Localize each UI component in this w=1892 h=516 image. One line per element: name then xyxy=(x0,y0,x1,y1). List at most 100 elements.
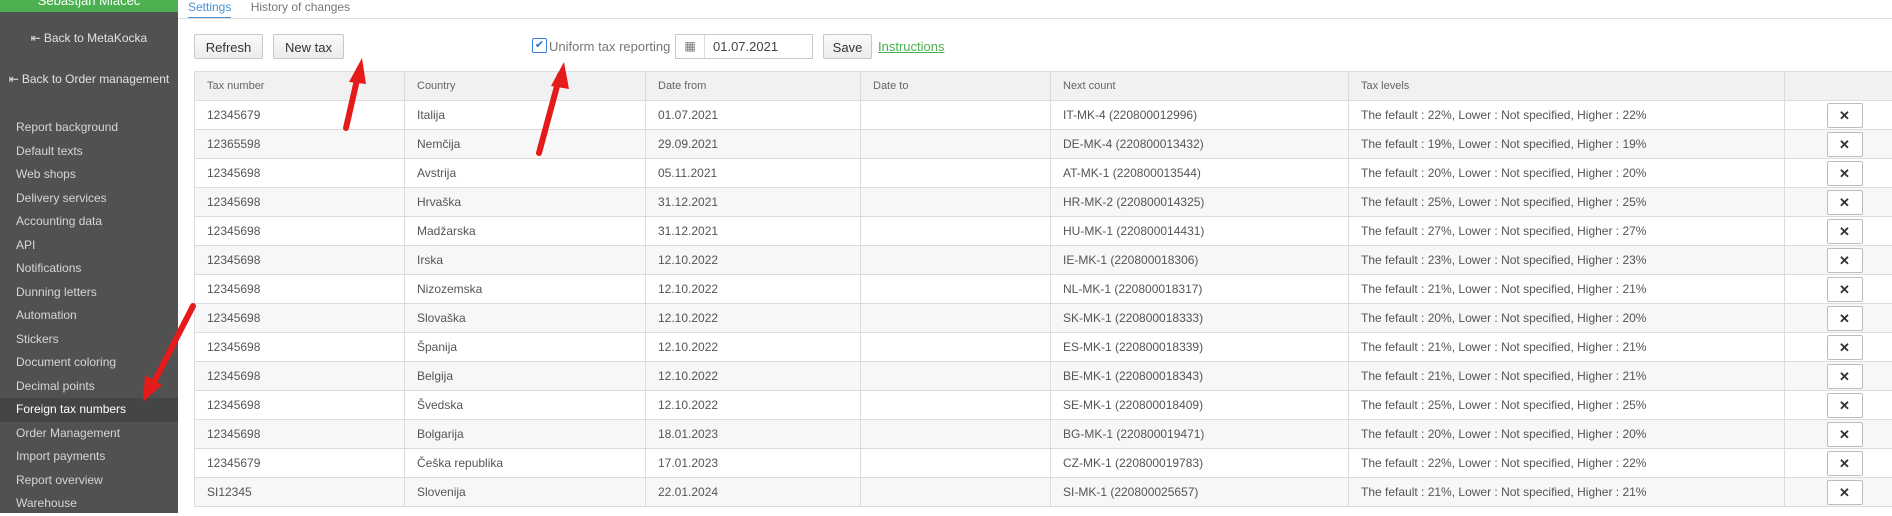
back-to-metakocka-link[interactable]: ⇤Back to MetaKocka xyxy=(0,31,178,45)
sidebar-item-api[interactable]: API xyxy=(0,234,178,258)
delete-button[interactable]: ✕ xyxy=(1827,306,1863,331)
actions-cell: ✕ xyxy=(1785,391,1892,420)
header-date-from[interactable]: Date from xyxy=(646,72,861,101)
date-input[interactable]: ▦ 01.07.2021 xyxy=(675,34,813,59)
sidebar-item-dunning-letters[interactable]: Dunning letters xyxy=(0,281,178,305)
tax-levels-cell: The fefault : 25%, Lower : Not specified… xyxy=(1349,391,1785,420)
date-from-cell: 18.01.2023 xyxy=(646,420,861,449)
back-to-metakocka-label: Back to MetaKocka xyxy=(44,31,147,45)
header-date-to[interactable]: Date to xyxy=(861,72,1051,101)
sidebar-item-order-management[interactable]: Order Management xyxy=(0,422,178,446)
table-row[interactable]: 12345698Švedska12.10.2022SE-MK-1 (220800… xyxy=(195,391,1892,420)
header-tax-number[interactable]: Tax number xyxy=(195,72,405,101)
tax-number-cell: 12345698 xyxy=(195,362,405,391)
tax-levels-cell: The fefault : 20%, Lower : Not specified… xyxy=(1349,420,1785,449)
delete-button[interactable]: ✕ xyxy=(1827,248,1863,273)
tabs: Settings History of changes xyxy=(188,0,366,16)
next-count-cell: BE-MK-1 (220800018343) xyxy=(1051,362,1349,391)
refresh-button[interactable]: Refresh xyxy=(194,34,263,59)
date-to-cell xyxy=(861,159,1051,188)
next-count-cell: ES-MK-1 (220800018339) xyxy=(1051,333,1349,362)
table-row[interactable]: 12345698Španija12.10.2022ES-MK-1 (220800… xyxy=(195,333,1892,362)
sidebar-item-report-background[interactable]: Report background xyxy=(0,116,178,140)
delete-button[interactable]: ✕ xyxy=(1827,132,1863,157)
date-to-cell xyxy=(861,304,1051,333)
delete-button[interactable]: ✕ xyxy=(1827,277,1863,302)
delete-button[interactable]: ✕ xyxy=(1827,393,1863,418)
calendar-icon[interactable]: ▦ xyxy=(676,35,705,58)
actions-cell: ✕ xyxy=(1785,333,1892,362)
header-next-count[interactable]: Next count xyxy=(1051,72,1349,101)
sidebar-item-document-coloring[interactable]: Document coloring xyxy=(0,351,178,375)
delete-button[interactable]: ✕ xyxy=(1827,422,1863,447)
table-row[interactable]: 12365598Nemčija29.09.2021DE-MK-4 (220800… xyxy=(195,130,1892,159)
tab-history-of-changes[interactable]: History of changes xyxy=(251,0,350,17)
sidebar-item-delivery-services[interactable]: Delivery services xyxy=(0,187,178,211)
date-from-cell: 05.11.2021 xyxy=(646,159,861,188)
delete-button[interactable]: ✕ xyxy=(1827,161,1863,186)
table-row[interactable]: 12345679Češka republika17.01.2023CZ-MK-1… xyxy=(195,449,1892,478)
header-country[interactable]: Country xyxy=(405,72,646,101)
tax-number-cell: 12345698 xyxy=(195,333,405,362)
table-row[interactable]: 12345698Avstrija05.11.2021 AT-MK-1 (22080… xyxy=(195,159,1892,188)
actions-cell: ✕ xyxy=(1785,362,1892,391)
next-count-cell: IT-MK-4 (220800012996) xyxy=(1051,101,1349,130)
date-to-cell xyxy=(861,420,1051,449)
country-cell: Hrvaška xyxy=(405,188,646,217)
table-row[interactable]: 12345698Hrvaška31.12.2021HR-MK-2 (220800… xyxy=(195,188,1892,217)
header-tax-levels[interactable]: Tax levels xyxy=(1349,72,1785,101)
actions-cell: ✕ xyxy=(1785,159,1892,188)
date-to-cell xyxy=(861,130,1051,159)
table-row[interactable]: 12345698Bolgarija18.01.2023BG-MK-1 (2208… xyxy=(195,420,1892,449)
table-row[interactable]: 12345698Madžarska31.12.2021HU-MK-1 (2208… xyxy=(195,217,1892,246)
new-tax-button[interactable]: New tax xyxy=(273,34,344,59)
sidebar-item-web-shops[interactable]: Web shops xyxy=(0,163,178,187)
actions-cell: ✕ xyxy=(1785,449,1892,478)
sidebar-item-accounting-data[interactable]: Accounting data xyxy=(0,210,178,234)
exit-icon: ⇤ xyxy=(31,31,41,45)
next-count-cell: AT-MK-1 (220800013544) xyxy=(1051,159,1349,188)
delete-button[interactable]: ✕ xyxy=(1827,190,1863,215)
date-from-cell: 12.10.2022 xyxy=(646,391,861,420)
sidebar-item-default-texts[interactable]: Default texts xyxy=(0,140,178,164)
delete-button[interactable]: ✕ xyxy=(1827,364,1863,389)
next-count-cell: SK-MK-1 (220800018333) xyxy=(1051,304,1349,333)
sidebar-item-foreign-tax-numbers[interactable]: Foreign tax numbers xyxy=(0,398,178,422)
sidebar-item-report-overview[interactable]: Report overview xyxy=(0,469,178,493)
table-row[interactable]: SI12345Slovenija22.01.2024SI-MK-1 (22080… xyxy=(195,478,1892,507)
delete-button[interactable]: ✕ xyxy=(1827,103,1863,128)
table-row[interactable]: 12345679Italija01.07.2021IT-MK-4 (220800… xyxy=(195,101,1892,130)
country-cell: Belgija xyxy=(405,362,646,391)
sidebar-item-automation[interactable]: Automation xyxy=(0,304,178,328)
sidebar-item-notifications[interactable]: Notifications xyxy=(0,257,178,281)
tax-levels-cell: The fefault : 20%, Lower : Not specified… xyxy=(1349,304,1785,333)
table-row[interactable]: 12345698Belgija12.10.2022BE-MK-1 (220800… xyxy=(195,362,1892,391)
tax-number-cell: 12345698 xyxy=(195,159,405,188)
delete-button[interactable]: ✕ xyxy=(1827,480,1863,505)
delete-button[interactable]: ✕ xyxy=(1827,219,1863,244)
tax-levels-cell: The fefault : 22%, Lower : Not specified… xyxy=(1349,449,1785,478)
instructions-link[interactable]: Instructions xyxy=(878,39,944,54)
sidebar-item-warehouse[interactable]: Warehouse xyxy=(0,492,178,516)
back-to-order-management-link[interactable]: ⇤Back to Order management xyxy=(0,72,178,86)
user-name[interactable]: Sebastjan Mlačec xyxy=(0,0,178,12)
date-to-cell xyxy=(861,101,1051,130)
save-button[interactable]: Save xyxy=(823,34,872,59)
actions-cell: ✕ xyxy=(1785,188,1892,217)
header-actions xyxy=(1785,72,1892,101)
sidebar-item-stickers[interactable]: Stickers xyxy=(0,328,178,352)
delete-button[interactable]: ✕ xyxy=(1827,335,1863,360)
sidebar-item-decimal-points[interactable]: Decimal points xyxy=(0,375,178,399)
tab-settings[interactable]: Settings xyxy=(188,0,231,19)
table-row[interactable]: 12345698Slovaška12.10.2022SK-MK-1 (22080… xyxy=(195,304,1892,333)
table-row[interactable]: 12345698Irska12.10.2022IE-MK-1 (22080001… xyxy=(195,246,1892,275)
country-cell: Avstrija xyxy=(405,159,646,188)
date-to-cell xyxy=(861,275,1051,304)
uniform-tax-checkbox[interactable]: ✔ xyxy=(532,38,547,53)
delete-button[interactable]: ✕ xyxy=(1827,451,1863,476)
country-cell: Bolgarija xyxy=(405,420,646,449)
date-from-cell: 12.10.2022 xyxy=(646,275,861,304)
next-count-cell: HU-MK-1 (220800014431) xyxy=(1051,217,1349,246)
table-row[interactable]: 12345698Nizozemska12.10.2022NL-MK-1 (220… xyxy=(195,275,1892,304)
sidebar-item-import-payments[interactable]: Import payments xyxy=(0,445,178,469)
